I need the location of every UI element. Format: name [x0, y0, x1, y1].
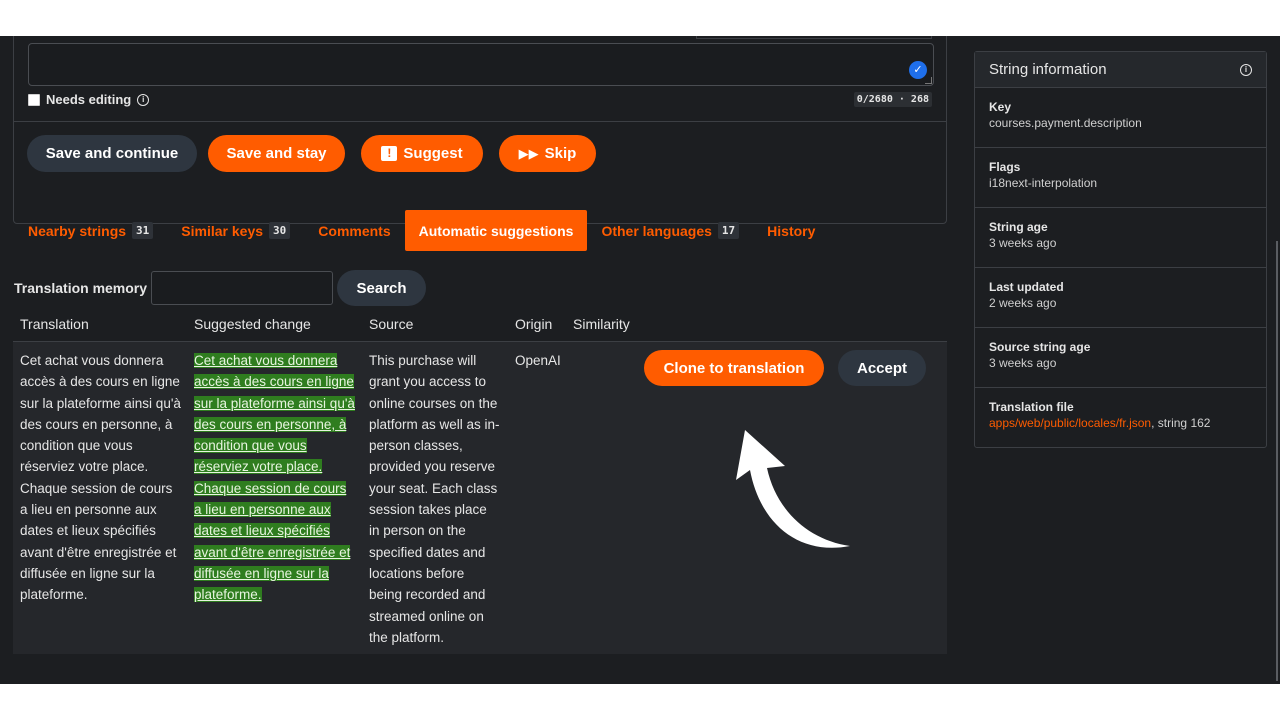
- info-value: 2 weeks ago: [989, 296, 1057, 310]
- tab-label: Comments: [318, 222, 391, 239]
- save-and-stay-label: Save and stay: [226, 145, 327, 162]
- source-cell: This purchase will grant you access to o…: [369, 353, 500, 645]
- tab-count-badge: 30: [269, 222, 291, 239]
- suggestion-tabs: Nearby strings 31 Similar keys 30 Commen…: [14, 210, 829, 251]
- column-header-suggested-change: Suggested change: [194, 316, 311, 332]
- string-information-panel: String information i Key courses.payment…: [974, 51, 1267, 448]
- accept-button[interactable]: Accept: [838, 350, 926, 386]
- needs-editing-label: Needs editing: [46, 92, 132, 107]
- suggested-change-cell: Cet achat vous donnera accès à des cours…: [194, 350, 357, 606]
- clone-button-label: Clone to translation: [663, 359, 805, 377]
- tab-other-languages[interactable]: Other languages 17: [587, 210, 753, 251]
- character-counter: 0/2680 · 268: [853, 92, 932, 107]
- panel-title: String information: [989, 61, 1107, 78]
- scrollbar[interactable]: [1276, 241, 1278, 681]
- tab-count-badge: 31: [132, 222, 154, 239]
- needs-editing-row: Needs editing i: [28, 92, 150, 107]
- info-label: Key: [989, 100, 1012, 114]
- column-header-source: Source: [369, 316, 414, 332]
- translation-cell: Cet achat vous donnera accès à des cours…: [20, 353, 181, 603]
- translation-textarea[interactable]: ✓: [28, 43, 934, 86]
- panel-header: String information i: [975, 52, 1266, 88]
- info-label: Flags: [989, 160, 1021, 174]
- suggest-icon: !: [381, 146, 398, 161]
- editor-toolbar: [696, 36, 932, 39]
- tab-comments[interactable]: Comments: [304, 210, 404, 251]
- column-header-origin: Origin: [515, 316, 553, 332]
- info-label: String age: [989, 220, 1048, 234]
- fast-forward-icon: ▶▶: [518, 145, 539, 161]
- info-item-last-updated: Last updated 2 weeks ago: [975, 268, 1266, 328]
- info-icon[interactable]: i: [137, 93, 150, 106]
- tab-label: Similar keys: [181, 222, 264, 239]
- string-number: , string 162: [1151, 416, 1211, 430]
- app-window: ✓ Needs editing i 0/2680 · 268 Save and …: [0, 36, 1280, 684]
- resize-handle[interactable]: [925, 77, 932, 84]
- editor-card: ✓ Needs editing i 0/2680 · 268 Save and …: [13, 36, 947, 224]
- save-and-continue-button[interactable]: Save and continue: [27, 135, 197, 172]
- info-item-translation-file: Translation file apps/web/public/locales…: [975, 388, 1266, 448]
- info-item-key: Key courses.payment.description: [975, 88, 1266, 148]
- column-header-translation: Translation: [20, 316, 89, 332]
- tab-label: History: [767, 222, 816, 239]
- info-value: courses.payment.description: [989, 116, 1142, 130]
- accept-button-label: Accept: [856, 359, 908, 377]
- translation-memory-label: Translation memory: [14, 280, 148, 296]
- table-header: Translation Suggested change Source Orig…: [13, 306, 947, 342]
- tab-history[interactable]: History: [753, 210, 829, 251]
- suggest-label: Suggest: [403, 145, 463, 162]
- info-value: i18next-interpolation: [989, 176, 1098, 190]
- needs-editing-checkbox[interactable]: [28, 93, 40, 106]
- translation-memory-input[interactable]: [151, 271, 334, 305]
- divider: [14, 121, 946, 122]
- info-value: apps/web/public/locales/fr.json, string …: [989, 416, 1252, 430]
- tab-automatic-suggestions[interactable]: Automatic suggestions: [404, 210, 588, 251]
- search-button[interactable]: Search: [337, 270, 427, 306]
- skip-button[interactable]: ▶▶ Skip: [499, 135, 596, 172]
- origin-cell: OpenAI: [515, 353, 561, 368]
- curved-arrow-icon: [736, 430, 850, 548]
- clone-to-translation-button[interactable]: Clone to translation: [644, 350, 824, 386]
- tab-nearby-strings[interactable]: Nearby strings 31: [14, 210, 167, 251]
- translation-file-link[interactable]: apps/web/public/locales/fr.json: [989, 416, 1151, 430]
- translation-memory-search: Translation memory Search: [14, 270, 427, 306]
- save-and-continue-label: Save and continue: [45, 145, 179, 162]
- skip-label: Skip: [544, 145, 577, 162]
- column-header-similarity: Similarity: [573, 316, 630, 332]
- tab-label: Other languages: [601, 222, 712, 239]
- info-value: 3 weeks ago: [989, 236, 1057, 250]
- search-button-label: Search: [356, 279, 407, 297]
- info-label: Last updated: [989, 280, 1064, 294]
- info-item-string-age: String age 3 weeks ago: [975, 208, 1266, 268]
- tab-label: Automatic suggestions: [418, 222, 574, 239]
- info-item-source-string-age: Source string age 3 weeks ago: [975, 328, 1266, 388]
- info-label: Translation file: [989, 400, 1074, 414]
- info-value: 3 weeks ago: [989, 356, 1057, 370]
- suggested-change-diff: Cet achat vous donnera accès à des cours…: [194, 353, 355, 603]
- info-icon[interactable]: i: [1240, 63, 1252, 76]
- info-label: Source string age: [989, 340, 1091, 354]
- tab-count-badge: 17: [717, 222, 740, 239]
- tab-label: Nearby strings: [28, 222, 127, 239]
- info-item-flags: Flags i18next-interpolation: [975, 148, 1266, 208]
- save-and-stay-button[interactable]: Save and stay: [208, 135, 345, 172]
- suggest-button[interactable]: ! Suggest: [361, 135, 483, 172]
- tab-similar-keys[interactable]: Similar keys 30: [167, 210, 304, 251]
